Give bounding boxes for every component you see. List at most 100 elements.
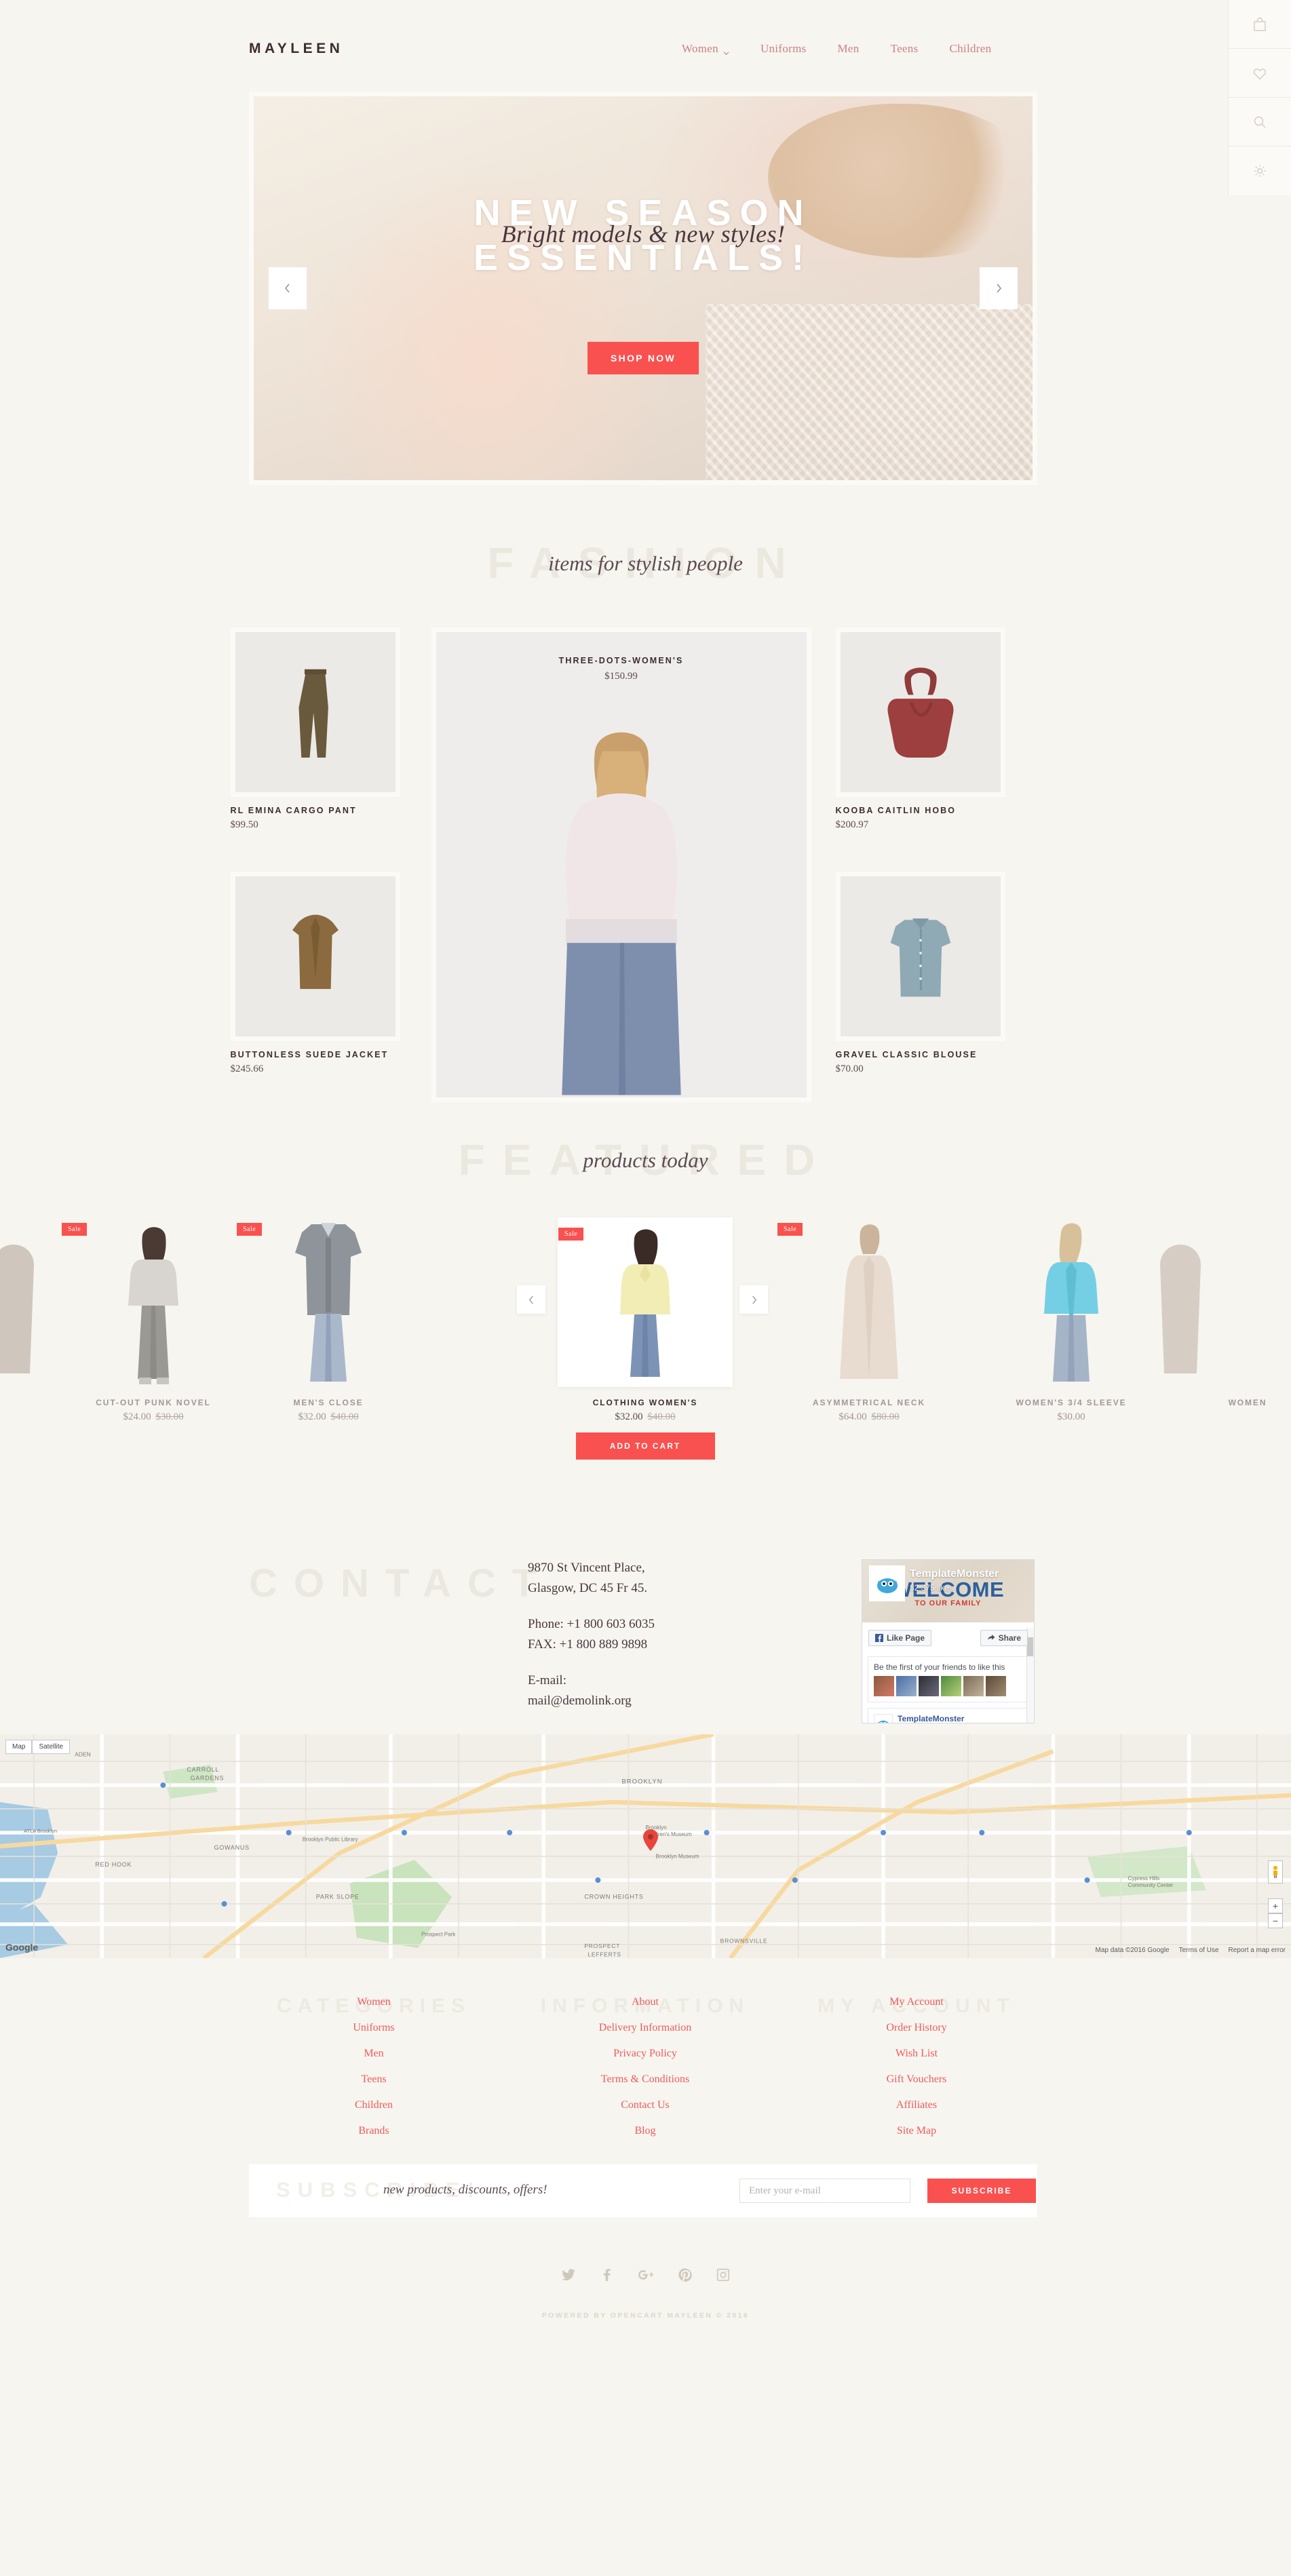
carousel-item-partial-left[interactable]: RAP $0 (0, 1217, 66, 1423)
product-name: ASYMMETRICAL NECK (812, 1398, 926, 1407)
contact-address: 9870 St Vincent Place, Glasgow, DC 45 Fr… (528, 1558, 655, 1599)
social-link-twitter[interactable] (561, 2267, 576, 2286)
footer-link-delivery-information[interactable]: Delivery Information (533, 2015, 757, 2041)
map-zoom-out-button[interactable]: − (1268, 1913, 1283, 1928)
footer-link-blog[interactable]: Blog (533, 2118, 757, 2144)
social-link-google-plus[interactable] (637, 2267, 655, 2286)
street-view-pegman[interactable] (1268, 1860, 1283, 1884)
brand-logo[interactable]: MAYLEEN (249, 41, 343, 57)
shop-now-button[interactable]: SHOP NOW (587, 342, 699, 374)
map-pin-icon (643, 1829, 658, 1851)
subscribe-button[interactable]: SUBSCRIBE (927, 2179, 1036, 2203)
footer-link-gift-vouchers[interactable]: Gift Vouchers (805, 2067, 1028, 2092)
product-price: $0 (0, 1411, 66, 1423)
carousel-next-arrow[interactable] (739, 1285, 768, 1314)
carousel-item-punk-novel[interactable]: Sale CUT-OUT PUNK NOVEL $24.00 $30.00 (62, 1217, 241, 1423)
footer-column-information: INFORMATION About Delivery Information P… (533, 1989, 757, 2144)
footer-link-order-history[interactable]: Order History (805, 2015, 1028, 2041)
subscribe-email-input[interactable] (739, 2179, 910, 2203)
hero-next-arrow[interactable] (980, 267, 1018, 309)
footer-column-links: Women Uniforms Men Teens Children Brands (262, 1989, 486, 2144)
nav-item-men[interactable]: Men (838, 42, 860, 56)
social-link-pinterest[interactable] (678, 2267, 693, 2286)
current-price: $24.00 (123, 1411, 151, 1422)
footer-link-contact-us[interactable]: Contact Us (533, 2092, 757, 2118)
page-root: MAYLEEN Women Uniforms Men Teens Childre… (0, 0, 1291, 2347)
share-label: Share (998, 1633, 1021, 1643)
footer-link-brands[interactable]: Brands (262, 2118, 486, 2144)
footer-link-site-map[interactable]: Site Map (805, 2118, 1028, 2144)
footer-link-my-account[interactable]: My Account (805, 1989, 1028, 2015)
facebook-like-page-button[interactable]: Like Page (868, 1630, 932, 1646)
product-card-suede-jacket[interactable]: BUTTONLESS SUEDE JACKET $245.66 (230, 872, 400, 1075)
map-zoom-in-button[interactable]: + (1268, 1898, 1283, 1913)
product-card-cargo-pant[interactable]: RL EMINA CARGO PANT $99.50 (230, 627, 400, 831)
footer-link-women[interactable]: Women (262, 1989, 486, 2015)
facebook-post-meta: TemplateMonster 1 hr (898, 1714, 964, 1723)
footer-link-men[interactable]: Men (262, 2041, 486, 2067)
footer-link-wish-list[interactable]: Wish List (805, 2041, 1028, 2067)
hero-prev-arrow[interactable] (269, 267, 307, 309)
map-terms-link[interactable]: Terms of Use (1179, 1947, 1219, 1954)
footer-link-uniforms[interactable]: Uniforms (262, 2015, 486, 2041)
product-name: KOOBA CAITLIN HOBO (835, 806, 957, 815)
footer-link-privacy-policy[interactable]: Privacy Policy (533, 2041, 757, 2067)
facebook-post-author[interactable]: TemplateMonster (898, 1714, 964, 1723)
carousel-item-womens-34-sleeve[interactable]: WOMEN'S 3/4 SLEEVE $30.00 (984, 1217, 1159, 1423)
carousel-item-asymmetrical-neck[interactable]: Sale ASYMMETRICAL NECK $64.00 $80.00 (777, 1217, 957, 1423)
hero-subtitle: Bright models & new styles! (501, 220, 786, 248)
product-name: THREE-DOTS-WOMEN'S (558, 656, 684, 665)
current-price: $32.00 (298, 1411, 326, 1422)
map-type-map-button[interactable]: Map (5, 1740, 33, 1754)
nav-item-children[interactable]: Children (949, 42, 991, 56)
nav-item-teens[interactable]: Teens (891, 42, 919, 56)
featured-subtitle: products today (583, 1148, 708, 1172)
carousel-item-partial-right[interactable]: WOMEN (1160, 1217, 1291, 1407)
sale-badge: Sale (558, 1228, 584, 1241)
product-card-classic-blouse[interactable]: GRAVEL CLASSIC BLOUSE $70.00 (835, 872, 1005, 1075)
nav-item-women[interactable]: Women (682, 42, 729, 56)
facebook-share-button[interactable]: Share (980, 1630, 1028, 1646)
social-links (0, 2267, 1291, 2286)
footer-link-affiliates[interactable]: Affiliates (805, 2092, 1028, 2118)
carousel-item-clothing-womens[interactable]: Sale CLOTHING WOMEN'S $32.00 $40.00 ADD … (558, 1217, 733, 1460)
clothing-womens-image (562, 1222, 728, 1382)
social-link-instagram[interactable] (716, 2267, 731, 2286)
footer-link-terms-conditions[interactable]: Terms & Conditions (533, 2067, 757, 2092)
friend-avatar (963, 1676, 984, 1696)
google-logo: Google (5, 1942, 39, 1953)
product-thumbnail (984, 1217, 1159, 1387)
product-card-hobo-bag[interactable]: KOOBA CAITLIN HOBO $200.97 (835, 627, 1005, 831)
settings-button[interactable] (1229, 147, 1291, 195)
social-link-facebook[interactable] (599, 2267, 614, 2286)
current-price: $32.00 (615, 1411, 643, 1422)
footer-link-children[interactable]: Children (262, 2092, 486, 2118)
location-map[interactable]: CARROLL GARDENS RED HOOK GOWANUS PARK SL… (0, 1734, 1291, 1958)
nav-label: Teens (890, 42, 919, 55)
map-location-pin[interactable] (643, 1829, 658, 1854)
carousel-item-mens-close[interactable]: Sale MEN'S CLOSE $32.00 $40.00 (237, 1217, 416, 1423)
nav-item-uniforms[interactable]: Uniforms (760, 42, 807, 56)
search-icon (1250, 113, 1269, 132)
email-link[interactable]: mail@demolink.org (528, 1694, 632, 1708)
facebook-post-card: TemplateMonster 1 hr (868, 1708, 1028, 1723)
contact-ghost-text: CONTACT (249, 1561, 553, 1605)
product-price: $64.00 $80.00 (782, 1411, 957, 1423)
carousel-prev-arrow[interactable] (517, 1285, 545, 1314)
map-report-link[interactable]: Report a map error (1229, 1947, 1286, 1954)
search-button[interactable] (1229, 98, 1291, 147)
wishlist-button[interactable] (1229, 49, 1291, 98)
product-price: $70.00 (835, 1063, 864, 1074)
product-price: $30.00 (984, 1411, 1159, 1423)
footer-link-about[interactable]: About (533, 1989, 757, 2015)
add-to-cart-button[interactable]: ADD TO CART (575, 1432, 715, 1460)
featured-carousel: RAP $0 Sale CUT-OUT PUNK NOVEL (0, 1217, 1291, 1502)
facebook-friends-card: Be the first of your friends to like thi… (868, 1656, 1028, 1702)
map-type-satellite-button[interactable]: Satellite (32, 1740, 71, 1754)
product-card-three-dots[interactable]: THREE-DOTS-WOMEN'S $150.99 (431, 627, 811, 1102)
old-price: $80.00 (871, 1411, 900, 1422)
footer-link-teens[interactable]: Teens (262, 2067, 486, 2092)
templatemonster-logo-icon (878, 1720, 889, 1723)
cart-button[interactable] (1229, 0, 1291, 49)
phone-number: Phone: +1 800 603 6035 (528, 1616, 655, 1631)
